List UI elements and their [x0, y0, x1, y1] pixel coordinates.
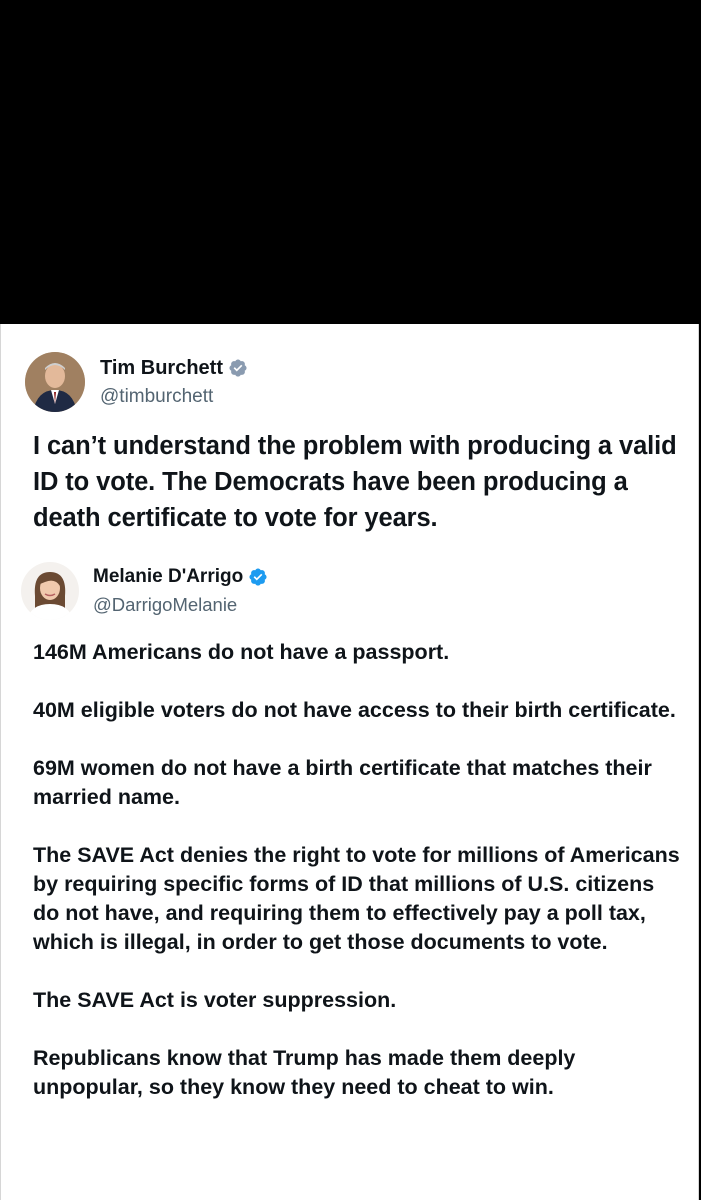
avatar-image-icon	[25, 352, 85, 412]
black-header-area	[0, 0, 701, 324]
avatar[interactable]	[25, 352, 85, 412]
display-name[interactable]: Tim Burchett	[100, 356, 223, 380]
tweet-text: I can’t understand the problem with prod…	[33, 432, 677, 532]
original-tweet-header: Tim Burchett @timburchett	[25, 350, 248, 414]
display-name[interactable]: Melanie D'Arrigo	[93, 565, 243, 589]
tweet-paragraph: 40M eligible voters do not have access t…	[33, 698, 676, 722]
reply-tweet-header: Melanie D'Arrigo @DarrigoMelanie	[21, 560, 268, 622]
verified-badge-icon	[249, 568, 267, 586]
user-handle[interactable]: @timburchett	[100, 385, 248, 409]
avatar[interactable]	[21, 562, 79, 620]
tweet-paragraph: Republicans know that Trump has made the…	[33, 1046, 576, 1099]
tweet-paragraph: The SAVE Act denies the right to vote fo…	[33, 843, 680, 954]
user-handle[interactable]: @DarrigoMelanie	[93, 593, 268, 617]
tweet-screenshot-card: Tim Burchett @timburchett I can’t unders…	[0, 324, 699, 1200]
verified-badge-icon	[229, 358, 247, 377]
reply-tweet-text: 146M Americans do not have a passport. 4…	[33, 638, 683, 1131]
tweet-paragraph: 69M women do not have a birth certificat…	[33, 756, 652, 809]
tweet-paragraph: The SAVE Act is voter suppression.	[33, 988, 397, 1012]
tweet-paragraph: 146M Americans do not have a passport.	[33, 640, 450, 664]
avatar-image-icon	[21, 562, 79, 620]
